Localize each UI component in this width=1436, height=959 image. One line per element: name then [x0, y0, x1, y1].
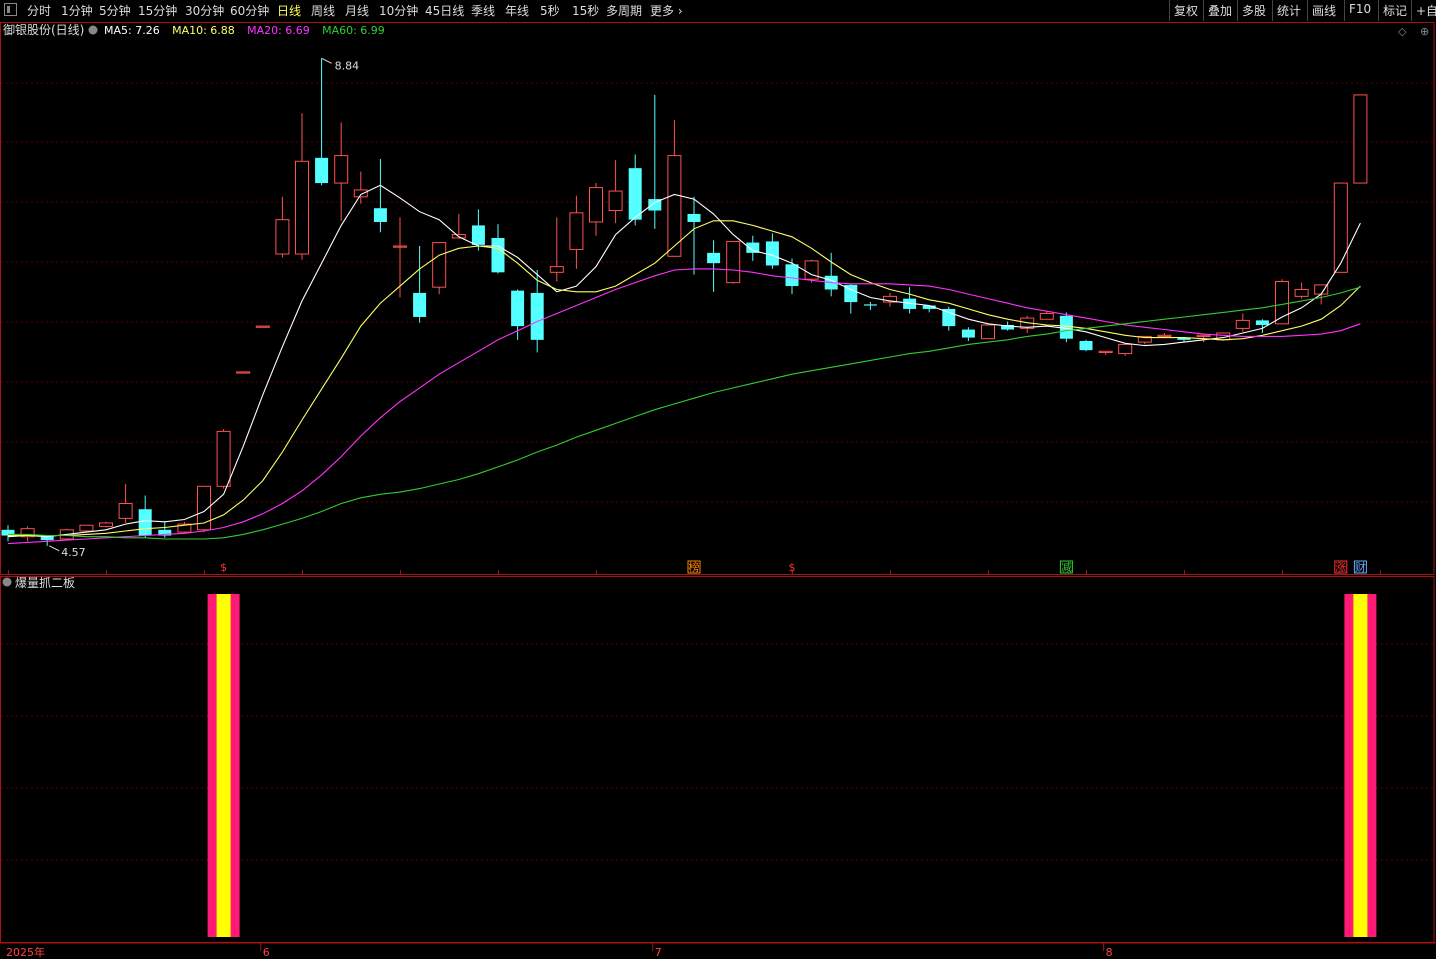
candle-body-29: [569, 212, 584, 250]
candle-body-11: [216, 430, 231, 487]
event-marker-1: 榜: [689, 560, 700, 574]
candle-body-68: [1333, 182, 1348, 273]
event-marker-0: $: [220, 561, 227, 574]
candle-body-5: [99, 522, 113, 527]
candle-body-19: [373, 208, 387, 222]
candle-body-24: [471, 225, 485, 245]
candle-body-12: [236, 371, 251, 374]
candle-body-49: [961, 329, 975, 338]
candle-body-6: [118, 503, 133, 519]
candle-body-22: [432, 242, 447, 288]
candle-body-17: [334, 155, 349, 184]
event-marker-4: 涨: [1335, 561, 1346, 574]
candle-body-50: [981, 324, 995, 340]
candle-body-20: [393, 245, 407, 248]
candle-body-55: [1079, 340, 1093, 351]
candle-body-16: [315, 157, 329, 184]
candle-body-26: [511, 290, 525, 327]
candle-body-34: [667, 155, 682, 257]
ma-legend-1: MA10: 6.88: [172, 24, 235, 37]
low-price-label: 4.57: [61, 546, 85, 559]
candle-body-54: [1059, 315, 1073, 339]
x-axis-label-3: 8: [1106, 946, 1113, 959]
candle-body-30: [589, 187, 603, 223]
indicator-title: 爆量抓二板: [15, 576, 75, 590]
candle-body-21: [413, 292, 427, 317]
candle-body-44: [863, 304, 877, 306]
candle-body-37: [726, 240, 741, 284]
event-marker-2: $: [789, 561, 796, 574]
high-price-label: 8.84: [335, 59, 360, 72]
candle-body-31: [608, 190, 623, 212]
candle-body-15: [295, 160, 309, 255]
indicator-collapse-icon: [2, 577, 12, 587]
candle-body-53: [1039, 313, 1054, 320]
candle-body-57: [1118, 343, 1133, 355]
candle-body-36: [707, 252, 721, 264]
candle-body-56: [1098, 350, 1113, 353]
candle-body-69: [1353, 94, 1368, 184]
candle-body-64: [1255, 320, 1269, 325]
candle-body-35: [687, 213, 701, 222]
ma-legend-3: MA60: 6.99: [322, 24, 385, 37]
x-axis-label-1: 6: [263, 946, 270, 959]
candle-body-66: [1294, 288, 1309, 297]
candle-body-48: [942, 308, 956, 327]
candle-body-27: [530, 292, 544, 340]
candle-body-39: [765, 241, 779, 266]
ma-legend-0: MA5: 7.26: [104, 24, 160, 37]
settings-icon: ⊕: [1420, 25, 1429, 38]
candle-body-4: [79, 524, 94, 532]
stock-name-title: 御银股份(日线): [3, 22, 84, 37]
event-marker-3: 减: [1061, 561, 1072, 574]
collapse-icon: [88, 25, 98, 35]
ma-legend-2: MA20: 6.69: [247, 24, 310, 37]
candle-body-28: [549, 266, 564, 273]
x-axis-label-0: 2025年: [6, 945, 45, 959]
candle-body-18: [353, 189, 368, 198]
candle-body-7: [138, 509, 152, 536]
candle-body-25: [491, 237, 505, 273]
candle-body-13: [255, 325, 270, 328]
signal-bar-inner-0: [216, 594, 231, 937]
candle-body-63: [1235, 319, 1250, 329]
candle-body-32: [628, 168, 642, 220]
event-marker-5: 财: [1355, 560, 1366, 574]
signal-bar-inner-1: [1353, 594, 1368, 937]
candle-body-61: [1196, 334, 1211, 337]
candle-body-59: [1157, 334, 1172, 337]
kline-chart: 8.84 4.57 御银股份(日线) MA5: 7.26 MA10: 6.88 MA20:…: [0, 21, 1436, 959]
candle-body-14: [275, 219, 290, 255]
diamond-icon: ◇: [1398, 25, 1407, 38]
x-axis-label-2: 7: [655, 946, 662, 959]
candle-body-40: [785, 264, 799, 287]
